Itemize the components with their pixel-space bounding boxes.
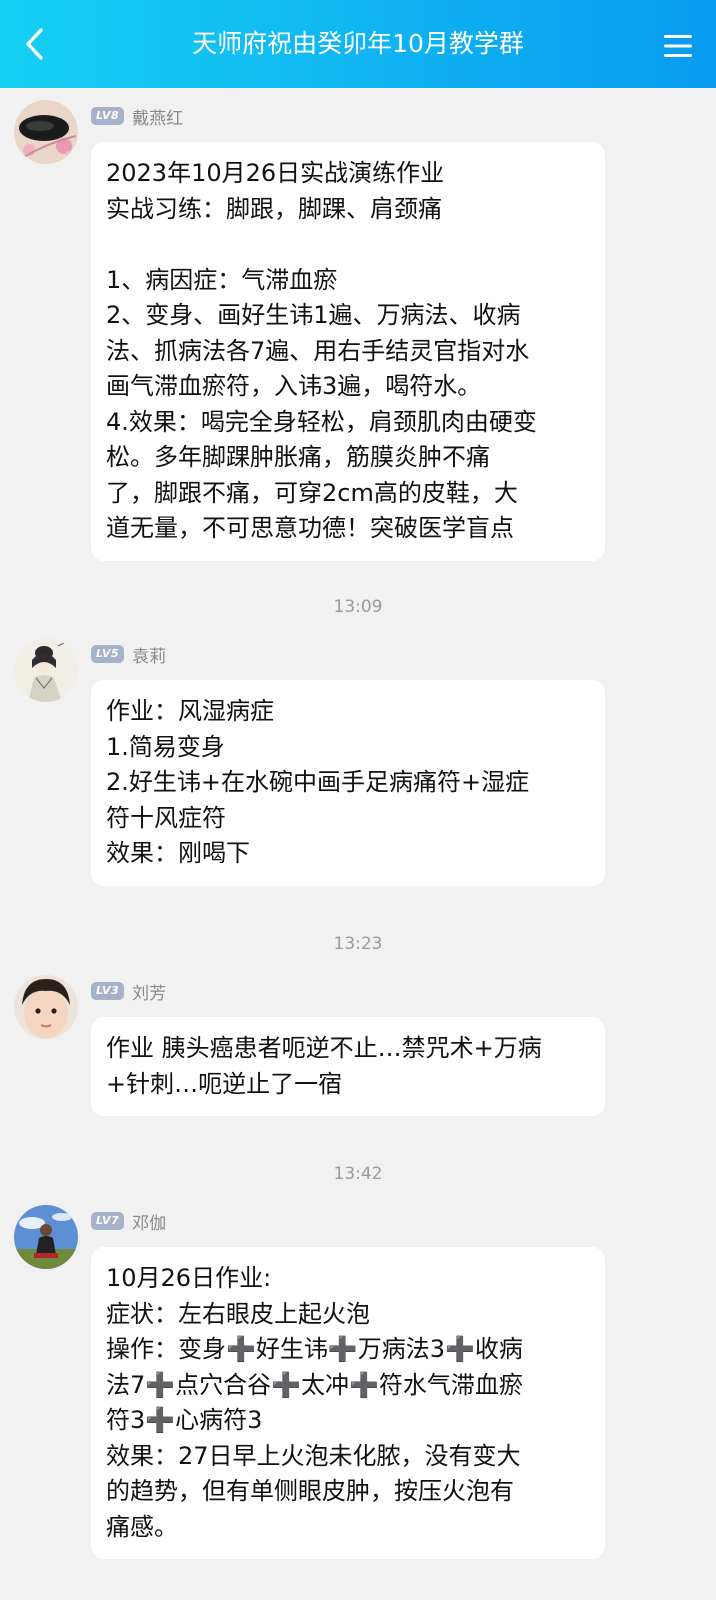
message-line: 1.简易变身 [106,732,225,761]
message-line: +针刺…呃逆止了一宿 [106,1069,343,1098]
message-line: 的趋势，但有单侧眼皮肿，按压火泡有 [106,1477,514,1505]
sender-name[interactable]: 邓伽 [132,1209,166,1234]
message-line: 1、病因症：气滞血瘀 [106,265,338,294]
message-line: 操作：变身➕好生讳➕万病法3➕收病 [106,1335,523,1363]
avatar[interactable] [14,100,78,164]
message-line: 道无量，不可思意功德！突破医学盲点 [106,514,514,542]
message-line: 了，脚跟不痛，可穿2cm高的皮鞋，大 [106,478,518,507]
timestamp: 13:09 [333,597,383,617]
message-line: 效果：27日早上火泡未化脓，没有变大 [106,1441,521,1470]
sender-name[interactable]: 刘芳 [132,979,166,1004]
menu-icon [664,35,692,57]
message-bubble[interactable]: 作业：风湿病症 1.简易变身 2.好生讳+在水碗中画手足病痛符+湿症 符十风症符… [91,680,605,886]
message-line: 符十风症符 [106,803,226,832]
message-line: 画气滞血瘀符，入讳3遍，喝符水。 [106,372,482,400]
message-line: 法、抓病法各7遍、用右手结灵官指对水 [106,336,530,365]
message-line: 松。多年脚踝肿胀痛，筋膜炎肿不痛 [106,443,490,471]
message-line: 符3➕心病符3 [106,1406,263,1434]
chat-title: 天师府祝由癸卯年10月教学群 [192,29,524,58]
message-line: 作业：风湿病症 [106,697,274,725]
level-badge: LV3 [91,982,125,1000]
chevron-left-icon [26,28,43,60]
avatar[interactable] [14,638,78,702]
menu-button[interactable] [658,28,698,64]
back-button[interactable] [14,24,54,64]
avatar[interactable] [14,1205,78,1269]
message-bubble[interactable]: 2023年10月26日实战演练作业 实战习练：脚跟，脚踝、肩颈痛 1、病因症：气… [91,142,605,561]
message-line: 症状：左右眼皮上起火泡 [106,1299,370,1328]
message-line: 10月26日作业: [106,1264,272,1292]
message-bubble[interactable]: 作业 胰头癌患者呃逆不止…禁咒术+万病 +针刺…呃逆止了一宿 [91,1017,605,1116]
message-line: 2、变身、画好生讳1遍、万病法、收病 [106,301,521,329]
timestamp: 13:42 [333,1164,383,1184]
sender-name[interactable]: 戴燕红 [132,104,183,129]
message-line: 实战习练：脚跟，脚踝、肩颈痛 [106,194,442,223]
message-line: 作业 胰头癌患者呃逆不止…禁咒术+万病 [106,1034,542,1062]
message-line: 法7➕点穴合谷➕太冲➕符水气滞血瘀 [106,1370,523,1399]
message-line: 痛感。 [106,1512,178,1541]
message-line: 4.效果：喝完全身轻松，肩颈肌肉由硬变 [106,407,537,436]
message-line [106,227,589,263]
message-line: 2023年10月26日实战演练作业 [106,159,445,187]
message-bubble[interactable]: 10月26日作业: 症状：左右眼皮上起火泡 操作：变身➕好生讳➕万病法3➕收病 … [91,1247,605,1559]
level-badge: LV8 [91,107,125,125]
chat-header: 天师府祝由癸卯年10月教学群 [0,0,716,88]
level-badge: LV5 [91,645,125,663]
sender-name[interactable]: 袁莉 [132,642,166,667]
message-line: 2.好生讳+在水碗中画手足病痛符+湿症 [106,768,530,796]
level-badge: LV7 [91,1212,125,1230]
timestamp: 13:23 [333,934,383,954]
message-line: 效果：刚喝下 [106,839,250,867]
avatar[interactable] [14,975,78,1039]
